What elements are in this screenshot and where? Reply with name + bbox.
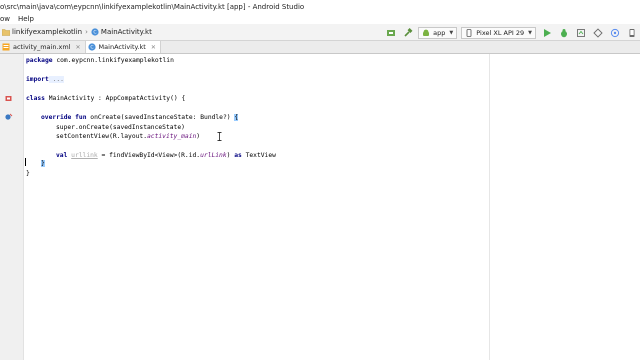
debug-icon[interactable]	[558, 27, 569, 38]
tab-mainactivity-kt[interactable]: C MainActivity.kt ✕	[85, 41, 161, 53]
navigation-bar: linkifyexamplekotlin › C MainActivity.kt…	[0, 24, 640, 41]
super-call: super.onCreate(savedInstanceState)	[56, 124, 185, 131]
code-line-package: package com.eypcnn.linkifyexamplekotlin	[26, 57, 174, 64]
override-gutter-icon[interactable]	[5, 113, 13, 121]
avd-manager-icon[interactable]	[626, 27, 637, 38]
id-resource: urlLink	[200, 152, 227, 159]
profile-icon[interactable]	[575, 27, 586, 38]
device-phone-icon	[466, 28, 472, 37]
cast-type: TextView	[241, 152, 276, 159]
matched-brace: }	[41, 160, 45, 167]
ibeam-cursor-icon	[217, 132, 222, 141]
class-declaration: MainActivity : AppCompatActivity() {	[44, 95, 186, 102]
package-name: com.eypcnn.linkifyexamplekotlin	[52, 57, 174, 64]
chevron-down-icon: ▼	[449, 29, 454, 36]
code-line-close-fun: }	[41, 160, 45, 167]
breadcrumb: linkifyexamplekotlin › C MainActivity.kt	[2, 28, 152, 36]
menu-item-window[interactable]: ow	[0, 15, 10, 23]
breadcrumb-package[interactable]: linkifyexamplekotlin	[12, 28, 82, 36]
kotlin-class-icon: C	[87, 43, 96, 51]
svg-text:C: C	[93, 30, 96, 36]
function-signature: onCreate(savedInstanceState: Bundle?)	[86, 114, 235, 121]
editor-tab-bar: activity_main.xml ✕ C MainActivity.kt ✕	[0, 41, 640, 54]
sync-icon[interactable]	[385, 27, 396, 38]
gradle-sync-icon[interactable]	[609, 27, 620, 38]
keyword-package: package	[26, 57, 53, 64]
close-icon[interactable]: ✕	[76, 44, 81, 51]
findviewbyid-call: = findViewById<View>(R.id.	[97, 152, 201, 159]
window-title-bar: o\src\main\java\com\eypcnn\linkifyexampl…	[0, 0, 640, 13]
code-line-class: class MainActivity : AppCompatActivity()…	[26, 95, 185, 102]
main-toolbar: app ▼ Pixel XL API 29 ▼	[382, 24, 640, 41]
device-label: Pixel XL API 29	[476, 28, 525, 37]
setcontentview-call: setContentView(R.layout.	[56, 133, 147, 140]
chevron-down-icon: ▼	[528, 29, 532, 36]
layout-resource: activity_main	[147, 133, 197, 140]
keyword-val: val	[56, 152, 68, 159]
class-gutter-icon[interactable]	[5, 95, 13, 103]
keyword-as: as	[234, 152, 242, 159]
code-line-oncreate: override fun onCreate(savedInstanceState…	[41, 114, 239, 121]
run-icon[interactable]	[541, 27, 552, 38]
build-hammer-icon[interactable]	[402, 27, 413, 38]
right-margin-guide	[489, 54, 490, 360]
menu-bar: ow Help	[0, 13, 640, 24]
xml-layout-icon	[2, 43, 10, 51]
tab-label: activity_main.xml	[13, 43, 71, 51]
keyword-import: import	[26, 76, 49, 83]
code-line-import: import ...	[26, 76, 64, 83]
svg-text:C: C	[90, 45, 93, 51]
matched-brace: {	[234, 114, 239, 121]
breadcrumb-file[interactable]: MainActivity.kt	[101, 28, 152, 36]
text-cursor	[25, 158, 26, 166]
folded-imports[interactable]: ...	[48, 76, 64, 83]
menu-item-help[interactable]: Help	[18, 15, 34, 23]
code-line-val: val urllink = findViewById<View>(R.id.ur…	[56, 152, 276, 159]
closing-paren: )	[196, 133, 201, 140]
code-line-setcontentview: setContentView(R.layout.activity_main)	[56, 133, 200, 140]
keyword-class: class	[26, 95, 45, 102]
kotlin-class-icon: C	[91, 28, 99, 36]
run-configuration-label: app	[433, 28, 446, 37]
tab-label: MainActivity.kt	[98, 43, 146, 51]
class-closing-brace: }	[26, 170, 30, 177]
keyword-override-fun: override fun	[41, 114, 87, 121]
window-title: o\src\main\java\com\eypcnn\linkifyexampl…	[0, 2, 305, 11]
device-select[interactable]: Pixel XL API 29 ▼	[461, 26, 536, 39]
code-line-close-class: }	[26, 170, 30, 177]
android-icon	[423, 29, 430, 36]
code-line-super: super.onCreate(savedInstanceState)	[56, 124, 185, 131]
breadcrumb-separator-icon: ›	[85, 28, 88, 36]
apply-changes-icon[interactable]	[592, 27, 603, 38]
folder-icon	[2, 29, 10, 36]
close-icon[interactable]: ✕	[151, 44, 156, 51]
variable-name: urllink	[71, 152, 98, 159]
run-configuration-select[interactable]: app ▼	[418, 26, 458, 39]
tab-activity-main-xml[interactable]: activity_main.xml ✕	[0, 41, 86, 53]
